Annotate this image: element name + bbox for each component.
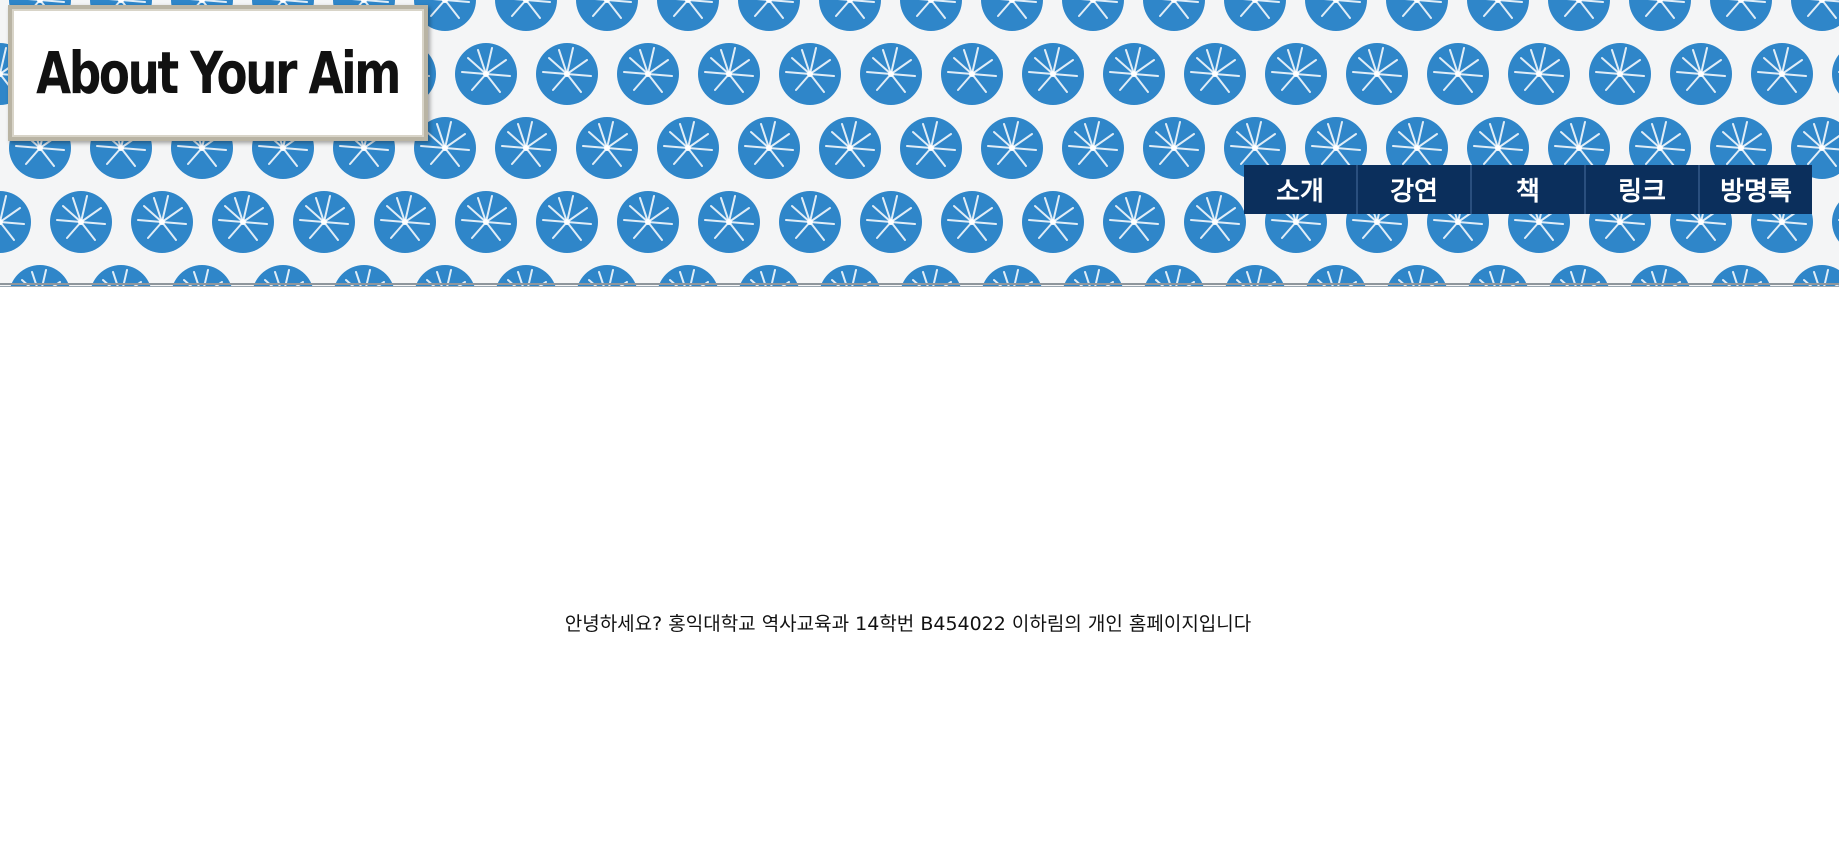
header-divider <box>0 283 1839 285</box>
main-nav: 소개 강연 책 링크 방명록 <box>1244 165 1812 214</box>
nav-item-links[interactable]: 링크 <box>1586 165 1700 214</box>
site-title: About Your Aim <box>36 39 402 107</box>
main-content: 안녕하세요? 홍익대학교 역사교육과 14학번 B454022 이하림의 개인 … <box>0 286 1839 861</box>
nav-item-lectures[interactable]: 강연 <box>1358 165 1472 214</box>
nav-item-books[interactable]: 책 <box>1472 165 1586 214</box>
header-banner: About Your Aim 소개 강연 책 링크 방명록 <box>0 0 1839 287</box>
greeting-text: 안녕하세요? 홍익대학교 역사교육과 14학번 B454022 이하림의 개인 … <box>564 613 1252 635</box>
nav-item-guestbook[interactable]: 방명록 <box>1700 165 1812 214</box>
site-logo[interactable]: About Your Aim <box>8 5 428 141</box>
nav-item-intro[interactable]: 소개 <box>1244 165 1358 214</box>
